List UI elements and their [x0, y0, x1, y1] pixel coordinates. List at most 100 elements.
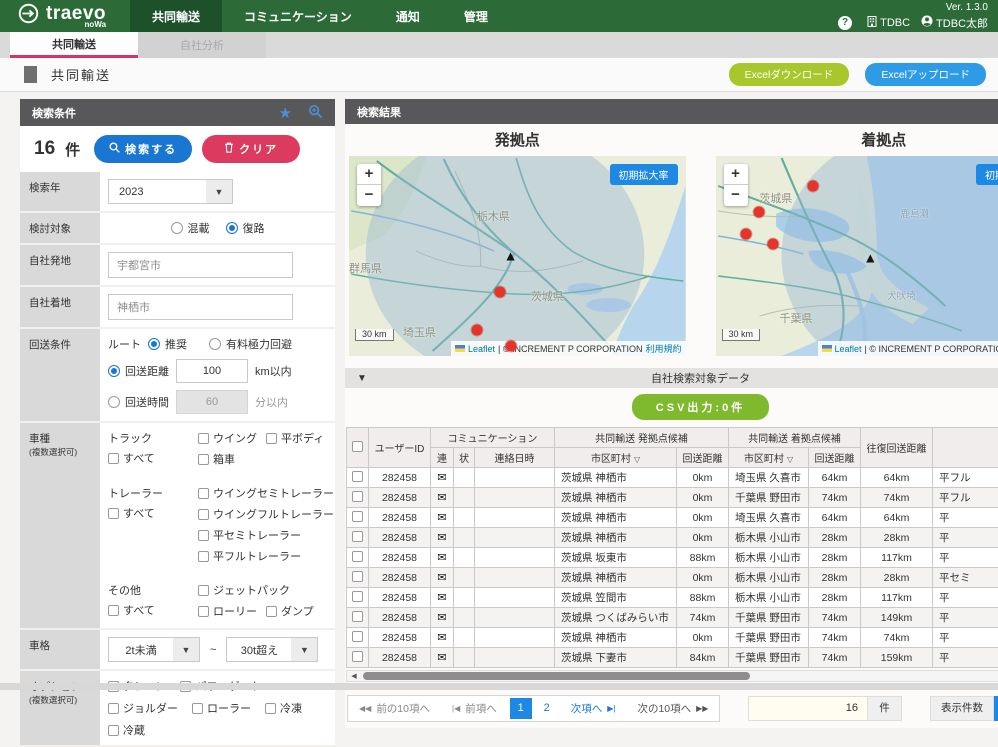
checkbox-option[interactable]: ローリー [198, 603, 257, 619]
nav-item[interactable]: 管理 [442, 0, 510, 32]
checkbox-option[interactable]: 平フルトレーラー [198, 548, 301, 564]
checkbox-option[interactable]: ジョルダー [108, 700, 178, 716]
row-checkbox[interactable] [352, 551, 363, 562]
vehicle-class-to-select[interactable]: 30t超え ▼ [226, 637, 318, 662]
select-all-checkbox[interactable] [352, 441, 363, 452]
checkbox-option[interactable]: すべて [108, 602, 198, 618]
checkbox-option[interactable]: ローラー [192, 700, 251, 716]
map-home-marker[interactable]: ▲ [863, 250, 877, 264]
next-button[interactable]: 次項へ ▶| [560, 696, 627, 721]
row-checkbox[interactable] [352, 591, 363, 602]
scroll-left-arrow-icon[interactable]: ◀ [347, 672, 361, 680]
next-10-button[interactable]: 次の10項へ ▶▶ [626, 696, 719, 721]
page-number[interactable]: 2 [536, 698, 558, 719]
mail-icon[interactable]: ✉ [437, 632, 446, 644]
search-button[interactable]: 検索する [94, 135, 192, 163]
nav-item[interactable]: 通知 [374, 0, 442, 32]
company-badge[interactable]: TDBC [867, 16, 910, 30]
row-checkbox[interactable] [352, 651, 363, 662]
origin-map[interactable]: + − 初期拡大率 30 km Leaflet | © INCREMENT P … [349, 156, 686, 356]
destination-input[interactable]: 神栖市 [108, 294, 293, 320]
map-point-marker[interactable] [495, 287, 506, 298]
map-reset-button[interactable]: 初期拡大率 [610, 164, 678, 185]
row-checkbox[interactable] [352, 531, 363, 542]
radio-option[interactable]: 推奨 [148, 336, 187, 352]
row-checkbox[interactable] [352, 491, 363, 502]
checkbox-option[interactable]: すべて [108, 505, 198, 521]
map-point-marker[interactable] [505, 341, 516, 352]
clear-button[interactable]: クリア [202, 135, 300, 163]
map-point-marker[interactable] [740, 229, 751, 240]
favorite-star-icon[interactable]: ★ [279, 104, 292, 122]
checkbox-option[interactable]: 平セミトレーラー [198, 527, 301, 543]
checkbox-option[interactable]: ダンプ [266, 603, 314, 619]
page-size-select[interactable]: 10 件 ▼ [994, 696, 998, 721]
total-count-input[interactable]: 16 [748, 696, 868, 721]
row-checkbox[interactable] [352, 511, 363, 522]
checkbox-option[interactable]: 箱車 [198, 451, 235, 467]
mail-icon[interactable]: ✉ [437, 552, 446, 564]
checkbox-option[interactable]: すべて [108, 450, 198, 466]
checkbox-option[interactable]: 平ボディ [266, 430, 324, 446]
map-point-marker[interactable] [754, 207, 765, 218]
user-badge[interactable]: TDBC太郎 [921, 15, 988, 31]
mail-icon[interactable]: ✉ [437, 592, 446, 604]
checkbox-option[interactable]: ウイング [198, 430, 257, 446]
mail-icon[interactable]: ✉ [437, 512, 446, 524]
deadhead-time-input[interactable]: 60 [176, 390, 248, 414]
mail-icon[interactable]: ✉ [437, 612, 446, 624]
horizontal-scrollbar[interactable]: ◀ ▶ [346, 670, 998, 682]
checkbox-option[interactable]: ウイングフルトレーラー [198, 506, 334, 522]
row-checkbox[interactable] [352, 631, 363, 642]
collapse-arrow-icon[interactable]: ▼ [345, 373, 379, 384]
nav-item[interactable]: 共同輸送 [130, 0, 222, 32]
deadhead-time-radio[interactable]: 回送時間 [108, 394, 169, 410]
map-home-marker[interactable]: ▲ [504, 248, 518, 262]
mail-icon[interactable]: ✉ [437, 652, 446, 664]
zoom-in-button[interactable]: + [724, 164, 748, 185]
mail-icon[interactable]: ✉ [437, 532, 446, 544]
prev-10-button[interactable]: ◀◀ 前の10項へ [348, 696, 441, 721]
zoom-in-button[interactable]: + [357, 164, 381, 185]
sub-tab[interactable]: 自社分析 [138, 32, 266, 58]
mail-icon[interactable]: ✉ [437, 492, 446, 504]
map-point-marker[interactable] [471, 325, 482, 336]
sub-tab[interactable]: 共同輸送 [10, 32, 138, 58]
row-checkbox[interactable] [352, 571, 363, 582]
radio-option[interactable]: 復路 [226, 220, 265, 236]
origin-input[interactable]: 宇都宮市 [108, 252, 293, 278]
map-point-marker[interactable] [767, 239, 778, 250]
mail-icon[interactable]: ✉ [437, 472, 446, 484]
help-icon[interactable]: ? [838, 16, 852, 30]
attribution-link[interactable]: 利用規約 [646, 342, 682, 355]
app-logo[interactable]: traevo noWa [0, 0, 122, 32]
nav-item[interactable]: コミュニケーション [222, 0, 374, 32]
page-number[interactable]: 1 [510, 698, 532, 719]
map-reset-button[interactable]: 初期拡大率 [976, 164, 998, 185]
checkbox-option[interactable]: 冷凍 [265, 700, 302, 716]
deadhead-distance-radio[interactable]: 回送距離 [108, 363, 169, 379]
zoom-out-button[interactable]: − [357, 185, 381, 206]
csv-export-button[interactable]: CSV出力:0件 [632, 394, 769, 420]
deadhead-distance-input[interactable]: 100 [176, 359, 248, 383]
checkbox-option[interactable]: ジェットパック [198, 582, 290, 598]
excel-upload-button[interactable]: Excelアップロード [865, 63, 986, 86]
attribution-brand[interactable]: Leaflet [835, 344, 862, 354]
scrollbar-thumb[interactable] [363, 672, 750, 680]
row-checkbox[interactable] [352, 611, 363, 622]
own-data-toggle-bar[interactable]: ▼ 自社検索対象データ [345, 368, 998, 388]
prev-button[interactable]: |◀ 前項へ [441, 696, 508, 721]
year-select[interactable]: 2023 ▼ [108, 179, 233, 204]
checkbox-option[interactable]: ウイングセミトレーラー [198, 485, 334, 501]
row-checkbox[interactable] [352, 471, 363, 482]
filter-icon[interactable]: ▽ [634, 455, 640, 464]
destination-map[interactable]: + − 初期拡大率 30 km Leaflet | © INCREMENT P … [716, 156, 998, 356]
radio-option[interactable]: 有料極力回避 [209, 336, 292, 352]
scrollbar-track[interactable] [361, 672, 998, 680]
filter-icon[interactable]: ▽ [787, 455, 793, 464]
excel-download-button[interactable]: Excelダウンロード [729, 63, 850, 86]
zoom-out-button[interactable]: − [724, 185, 748, 206]
attribution-brand[interactable]: Leaflet [468, 344, 495, 354]
radio-option[interactable]: 混載 [171, 220, 210, 236]
checkbox-option[interactable]: 冷蔵 [108, 722, 145, 738]
